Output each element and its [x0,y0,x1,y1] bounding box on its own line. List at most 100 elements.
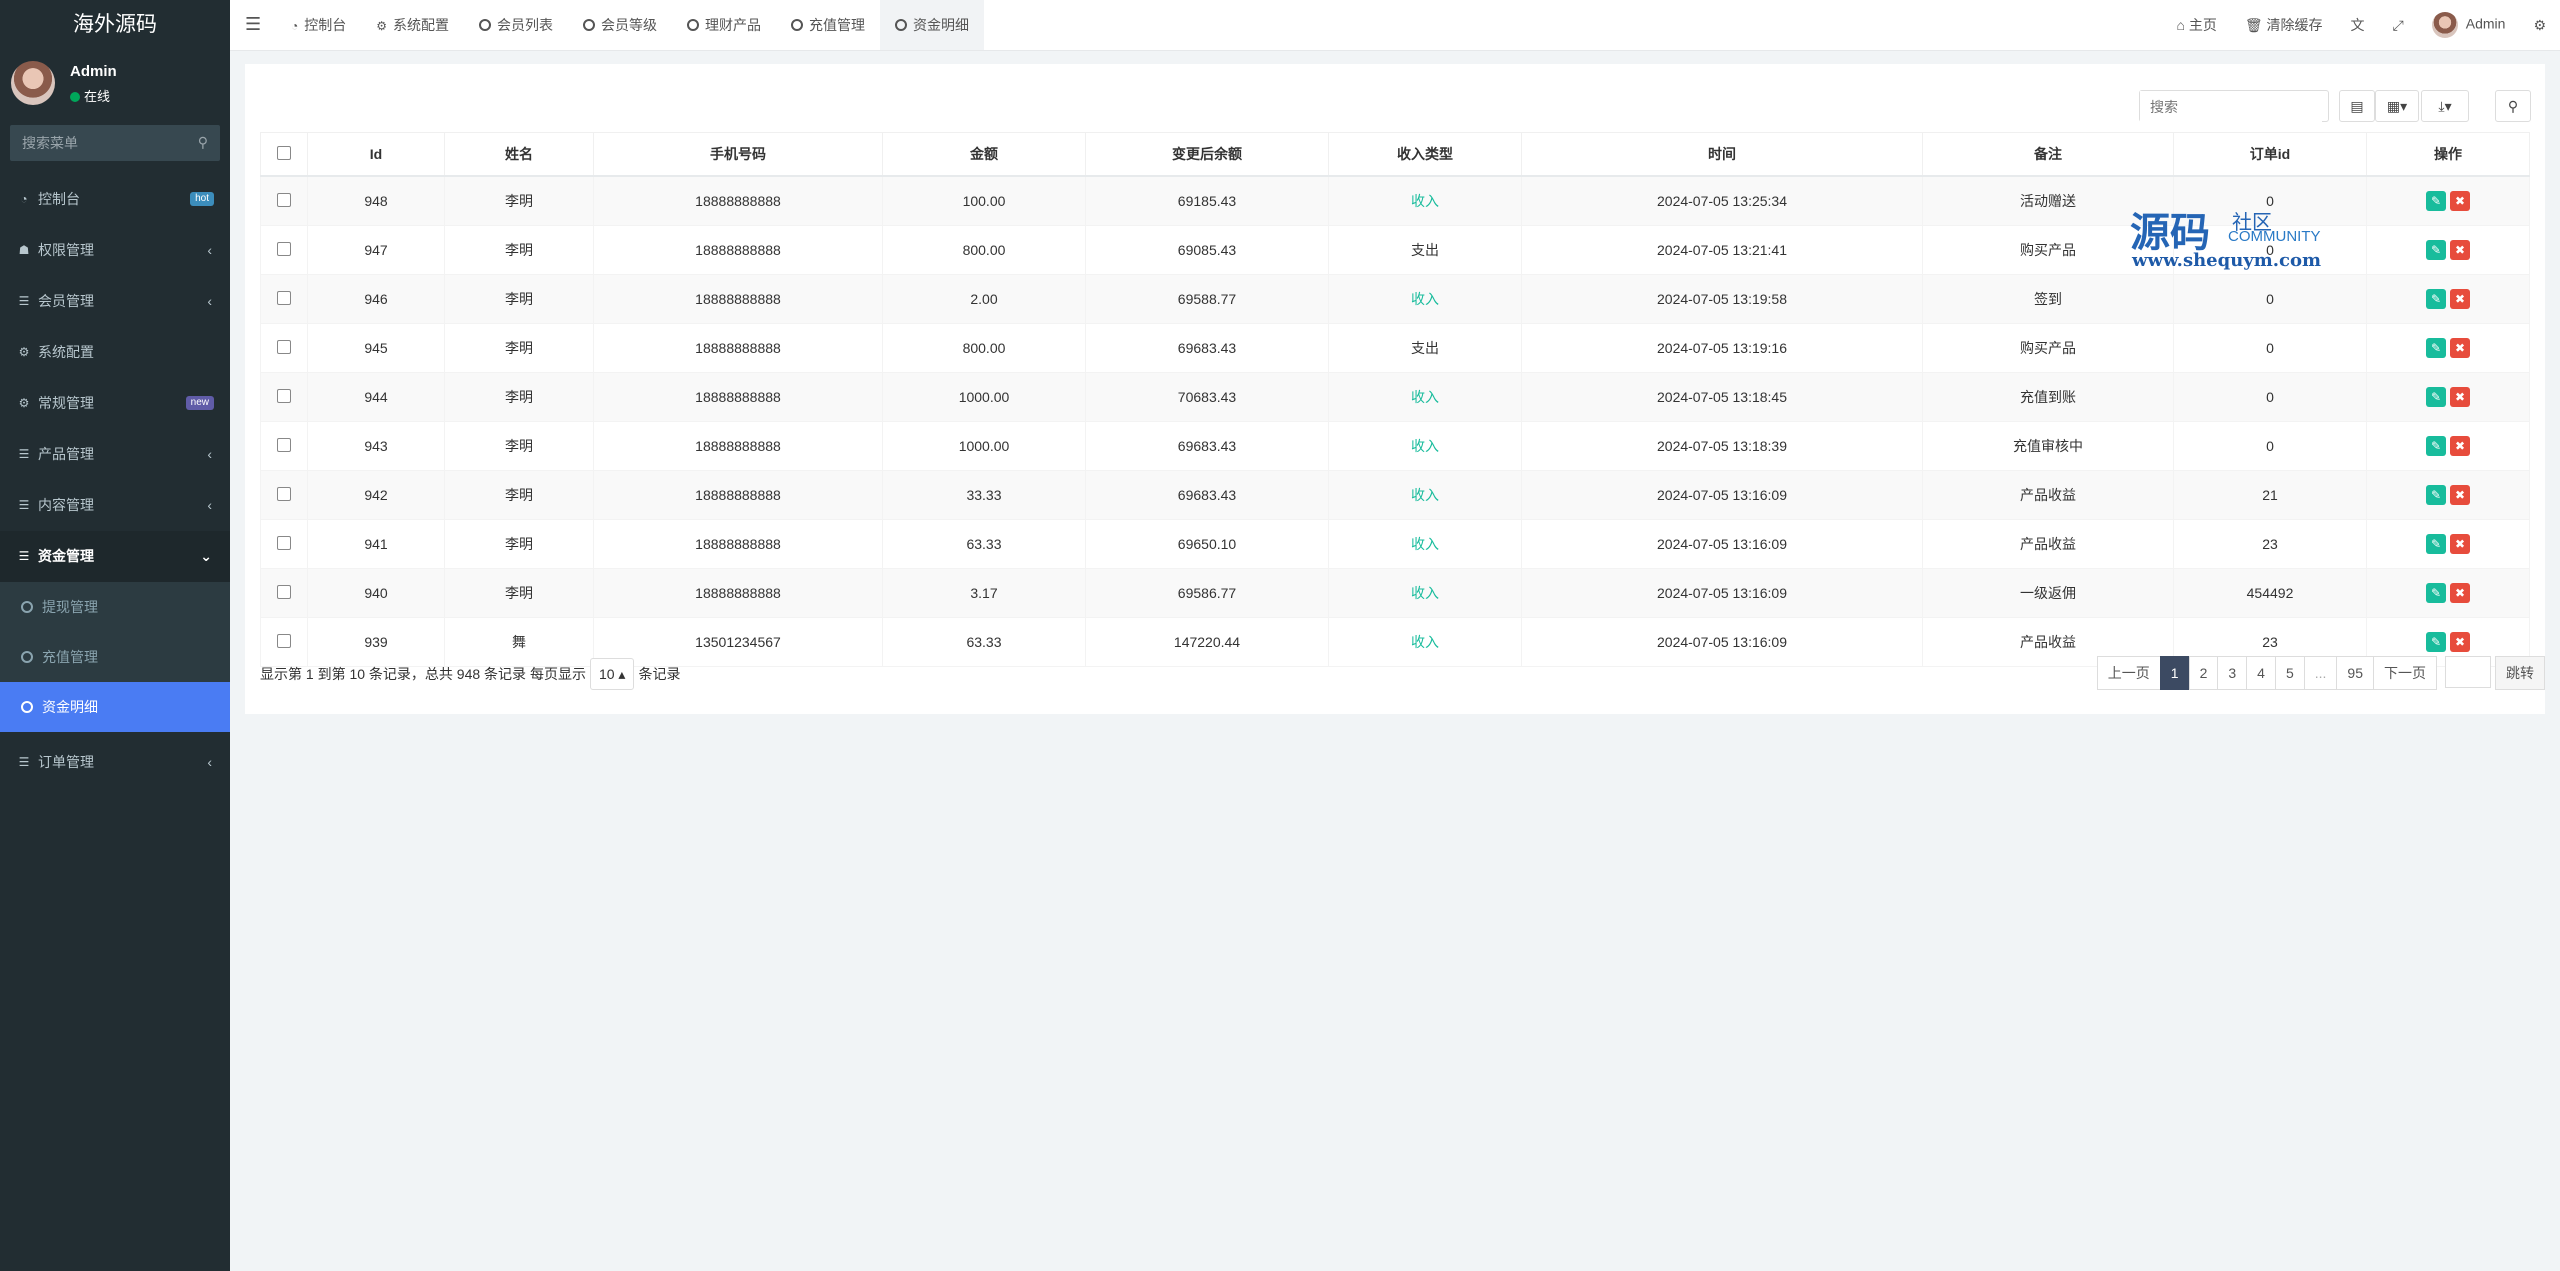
edit-button[interactable]: ✎ [2426,191,2446,211]
delete-button[interactable]: ✖ [2450,289,2470,309]
row-checkbox[interactable] [277,339,291,354]
table-row[interactable]: 943 李明 18888888888 1000.00 69683.43 收入 2024-07… [260,421,2530,471]
column-header[interactable]: 时间 [1521,132,1923,177]
row-checkbox[interactable] [277,192,291,207]
page-button[interactable]: 95 [2336,656,2374,690]
settings-button[interactable]: ⚙ [2519,17,2560,34]
search-icon[interactable]: ⚲ [198,134,208,151]
sidebar-item-content[interactable]: ☰ 内容管理 ‹ [0,480,230,531]
circle-icon [687,19,700,31]
sidebar-item-fund-details[interactable]: 资金明细 [0,682,230,732]
edit-button[interactable]: ✎ [2426,485,2446,505]
column-header[interactable]: 收入类型 [1328,132,1522,177]
row-checkbox[interactable] [277,290,291,305]
row-checkbox[interactable] [277,535,291,550]
avatar [2431,12,2458,38]
prev-page-button[interactable]: 上一页 [2096,656,2161,690]
column-header[interactable]: 姓名 [444,132,594,177]
sidebar-item-general[interactable]: ⚙ 常规管理 new [0,378,230,429]
sidebar-item-recharge[interactable]: 充值管理 [0,632,230,682]
edit-button[interactable]: ✎ [2426,632,2446,652]
edit-button[interactable]: ✎ [2426,583,2446,603]
sidebar-item-funds[interactable]: ☰ 资金管理 ⌄ [0,531,230,582]
delete-button[interactable]: ✖ [2450,240,2470,260]
next-page-button[interactable]: 下一页 [2373,656,2437,690]
sidebar-search-input[interactable] [10,125,192,161]
clear-cache-button[interactable]: 🗑 清除缓存 [2231,15,2337,35]
menu-toggle-icon[interactable]: ☰ [245,14,261,35]
table-cell: 69586.77 [1085,568,1329,618]
row-checkbox[interactable] [277,241,291,256]
table-cell: 946 [307,274,445,324]
sidebar-item-members[interactable]: ☰ 会员管理 ‹ [0,276,230,327]
select-all-checkbox[interactable] [277,145,291,160]
column-header[interactable]: Id [307,132,445,177]
tab-recharge[interactable]: 充值管理 [776,0,880,50]
tab-dashboard[interactable]: ◔ 控制台 [276,0,361,50]
sidebar-item-system-config[interactable]: ⚙ 系统配置 [0,327,230,378]
row-checkbox[interactable] [277,486,291,501]
delete-button[interactable]: ✖ [2450,534,2470,554]
language-toggle[interactable]: 文 [2337,15,2379,35]
page-size-select[interactable]: 10 ▴ [589,658,635,690]
chevron-left-icon: ‹ [207,242,212,258]
sidebar-item-dashboard[interactable]: ◔ 控制台 hot [0,174,230,225]
jump-page-input[interactable] [2445,656,2491,688]
delete-button[interactable]: ✖ [2450,338,2470,358]
edit-button[interactable]: ✎ [2426,338,2446,358]
search-button[interactable]: ⚲ [2495,90,2531,122]
page-button[interactable]: 3 [2217,656,2248,690]
user-panel: Admin 在线 [0,50,230,120]
delete-button[interactable]: ✖ [2450,632,2470,652]
table-search-input[interactable] [2140,91,2322,123]
column-header[interactable]: 手机号码 [593,132,883,177]
edit-button[interactable]: ✎ [2426,534,2446,554]
page-button[interactable]: 2 [2188,656,2219,690]
jump-button[interactable]: 跳转 [2495,656,2545,690]
sidebar-item-orders[interactable]: ☰ 订单管理 ‹ [0,737,230,788]
row-checkbox[interactable] [277,388,291,403]
column-header[interactable]: 金额 [882,132,1086,177]
edit-button[interactable]: ✎ [2426,387,2446,407]
row-checkbox[interactable] [277,437,291,452]
home-link[interactable]: ⌂ 主页 [2163,15,2231,35]
page-button[interactable]: 1 [2159,656,2190,690]
table-row[interactable]: 945 李明 18888888888 800.00 69683.43 支出 2024-07-… [260,323,2530,373]
table-cell: 李明 [444,372,594,422]
delete-button[interactable]: ✖ [2450,387,2470,407]
column-header[interactable]: 订单id [2173,132,2367,177]
brand-logo[interactable]: 海外源码 [0,0,230,50]
table-row[interactable]: 941 李明 18888888888 63.33 69650.10 收入 2024-07-0… [260,519,2530,569]
delete-button[interactable]: ✖ [2450,485,2470,505]
sidebar-item-withdraw[interactable]: 提现管理 [0,582,230,632]
table-row[interactable]: 944 李明 18888888888 1000.00 70683.43 收入 2024-07… [260,372,2530,422]
table-row[interactable]: 942 李明 18888888888 33.33 69683.43 收入 2024-07-0… [260,470,2530,520]
page-button[interactable]: 5 [2274,656,2305,690]
tab-products[interactable]: 理财产品 [672,0,776,50]
row-checkbox[interactable] [277,584,291,599]
admin-menu[interactable]: Admin [2418,12,2520,38]
column-header[interactable]: 变更后余额 [1085,132,1329,177]
edit-button[interactable]: ✎ [2426,436,2446,456]
fullscreen-button[interactable]: ⤢ [2379,17,2418,34]
edit-button[interactable]: ✎ [2426,289,2446,309]
table-row[interactable]: 946 李明 18888888888 2.00 69588.77 收入 2024-07-05… [260,274,2530,324]
sidebar-item-products[interactable]: ☰ 产品管理 ‹ [0,429,230,480]
toggle-view-button[interactable]: ▤ [2339,90,2375,122]
columns-button[interactable]: ▦▾ [2375,90,2419,122]
tab-system-config[interactable]: ⚙ 系统配置 [361,0,464,50]
tab-member-level[interactable]: 会员等级 [568,0,672,50]
sidebar-item-permission[interactable]: ☗ 权限管理 ‹ [0,225,230,276]
edit-button[interactable]: ✎ [2426,240,2446,260]
delete-button[interactable]: ✖ [2450,191,2470,211]
tab-fund-details[interactable]: 资金明细 [880,0,985,50]
tab-member-list[interactable]: 会员列表 [464,0,568,50]
export-button[interactable]: ⤓▾ [2421,90,2469,122]
column-header[interactable]: 备注 [1922,132,2174,177]
watermark-logo: 源码 社区 COMMUNITY www.shequym.com [2130,200,2330,280]
delete-button[interactable]: ✖ [2450,583,2470,603]
page-button[interactable]: 4 [2246,656,2276,690]
table-row[interactable]: 940 李明 18888888888 3.17 69586.77 收入 2024-07-05… [260,568,2530,618]
delete-button[interactable]: ✖ [2450,436,2470,456]
row-checkbox[interactable] [277,633,291,648]
